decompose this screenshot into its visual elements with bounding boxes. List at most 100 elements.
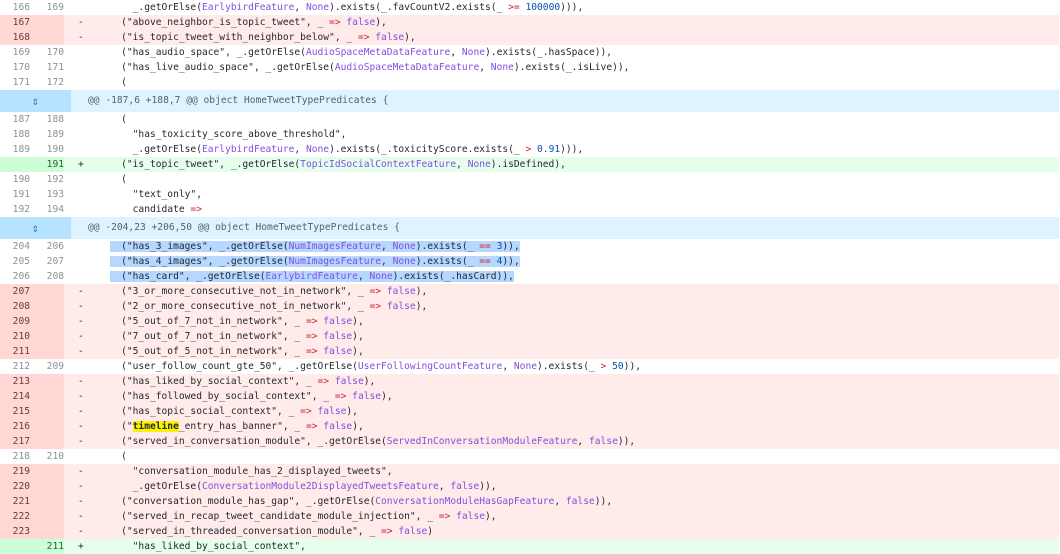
old-line-number[interactable]: 215 (0, 404, 30, 419)
diff-marker: - (78, 481, 84, 492)
new-line-number[interactable] (30, 494, 64, 509)
diff-marker: - (78, 406, 84, 417)
hunk-text: @@ -187,6 +188,7 @@ object HomeTweetType… (88, 95, 389, 106)
old-line-number[interactable]: 207 (0, 284, 30, 299)
new-line-number[interactable]: 193 (30, 187, 64, 202)
old-line-number[interactable]: 169 (0, 45, 30, 60)
new-line-number[interactable] (30, 464, 64, 479)
new-line-number[interactable] (30, 509, 64, 524)
new-line-number[interactable]: 206 (30, 239, 64, 254)
code-line: ("7_out_of_7_not_in_network", _ => false… (98, 331, 364, 342)
new-line-number[interactable]: 191 (30, 157, 64, 172)
old-line-number[interactable]: 168 (0, 30, 30, 45)
diff-marker: - (78, 32, 84, 43)
new-line-number[interactable]: 170 (30, 45, 64, 60)
code-line: ("has_card", _.getOrElse(EarlybirdFeatur… (98, 269, 1059, 284)
diff-marker (78, 187, 98, 202)
old-line-number[interactable]: 210 (0, 329, 30, 344)
old-line-number[interactable]: 171 (0, 75, 30, 90)
new-line-number[interactable]: 210 (30, 449, 64, 464)
old-line-number[interactable]: 217 (0, 434, 30, 449)
old-line-number[interactable]: 221 (0, 494, 30, 509)
new-line-number[interactable]: 211 (30, 539, 64, 554)
new-line-number[interactable] (30, 314, 64, 329)
context-line: 171 172 ( (0, 75, 1059, 90)
new-line-number[interactable]: 190 (30, 142, 64, 157)
new-line-number[interactable] (30, 419, 64, 434)
new-line-number[interactable] (30, 404, 64, 419)
expand-icon[interactable]: ⇕ (0, 217, 71, 239)
deleted-line: 167 - ("above_neighbor_is_topic_tweet", _… (0, 15, 1059, 30)
new-line-number[interactable] (30, 374, 64, 389)
diff-view: 166 169 _.getOrElse(EarlybirdFeature, Non… (0, 0, 1059, 554)
diff-marker (78, 112, 98, 127)
deleted-line: 168 - ("is_topic_tweet_with_neighbor_belo… (0, 30, 1059, 45)
new-line-number[interactable] (30, 479, 64, 494)
old-line-number[interactable]: 191 (0, 187, 30, 202)
deleted-line: 207 - ("3_or_more_consecutive_not_in_netw… (0, 284, 1059, 299)
old-line-number[interactable]: 212 (0, 359, 30, 374)
deleted-line: 216 - ("timeline_entry_has_banner", _ => … (0, 419, 1059, 434)
code-line: ( (98, 75, 1059, 90)
new-line-number[interactable]: 172 (30, 75, 64, 90)
new-line-number[interactable] (30, 329, 64, 344)
code-line: ("is_topic_tweet", _.getOrElse(TopicIdSo… (98, 159, 566, 170)
new-line-number[interactable]: 209 (30, 359, 64, 374)
diff-marker (78, 75, 98, 90)
old-line-number[interactable]: 209 (0, 314, 30, 329)
old-line-number[interactable]: 223 (0, 524, 30, 539)
new-line-number[interactable]: 171 (30, 60, 64, 75)
new-line-number[interactable]: 169 (30, 0, 64, 15)
new-line-number[interactable] (30, 344, 64, 359)
old-line-number[interactable]: 211 (0, 344, 30, 359)
new-line-number[interactable] (30, 284, 64, 299)
old-line-number[interactable]: 214 (0, 389, 30, 404)
diff-marker (78, 0, 98, 15)
new-line-number[interactable]: 189 (30, 127, 64, 142)
diff-marker (78, 127, 98, 142)
new-line-number[interactable] (30, 15, 64, 30)
code-line: ("5_out_of_5_not_in_network", _ => false… (98, 346, 364, 357)
new-line-number[interactable] (30, 434, 64, 449)
old-line-number[interactable]: 219 (0, 464, 30, 479)
old-line-number[interactable]: 205 (0, 254, 30, 269)
new-line-number[interactable]: 192 (30, 172, 64, 187)
new-line-number[interactable]: 194 (30, 202, 64, 217)
old-line-number[interactable]: 192 (0, 202, 30, 217)
new-line-number[interactable] (30, 524, 64, 539)
old-line-number[interactable]: 188 (0, 127, 30, 142)
context-line: 188 189 "has_toxicity_score_above_thresho… (0, 127, 1059, 142)
new-line-number[interactable]: 207 (30, 254, 64, 269)
old-line-number[interactable]: 170 (0, 60, 30, 75)
deleted-line: 215 - ("has_topic_social_context", _ => f… (0, 404, 1059, 419)
added-line: 211 + "has_liked_by_social_context", (0, 539, 1059, 554)
old-line-number[interactable]: 216 (0, 419, 30, 434)
new-line-number[interactable]: 208 (30, 269, 64, 284)
old-line-number[interactable]: 208 (0, 299, 30, 314)
old-line-number[interactable]: 206 (0, 269, 30, 284)
old-line-number[interactable]: 220 (0, 479, 30, 494)
old-line-number[interactable] (0, 539, 30, 554)
old-line-number[interactable]: 190 (0, 172, 30, 187)
context-line: 169 170 ("has_audio_space", _.getOrElse(A… (0, 45, 1059, 60)
new-line-number[interactable] (30, 30, 64, 45)
old-line-number[interactable]: 187 (0, 112, 30, 127)
diff-marker (78, 254, 98, 269)
old-line-number[interactable]: 166 (0, 0, 30, 15)
code-line: ("2_or_more_consecutive_not_in_network",… (98, 301, 428, 312)
context-line: 187 188 ( (0, 112, 1059, 127)
code-line: ("conversation_module_has_gap", _.getOrE… (98, 496, 613, 507)
new-line-number[interactable]: 188 (30, 112, 64, 127)
old-line-number[interactable]: 167 (0, 15, 30, 30)
old-line-number[interactable] (0, 157, 30, 172)
new-line-number[interactable] (30, 389, 64, 404)
old-line-number[interactable]: 222 (0, 509, 30, 524)
new-line-number[interactable] (30, 299, 64, 314)
expand-icon[interactable]: ⇕ (0, 90, 71, 112)
old-line-number[interactable]: 218 (0, 449, 30, 464)
old-line-number[interactable]: 189 (0, 142, 30, 157)
diff-marker: - (78, 331, 84, 342)
old-line-number[interactable]: 204 (0, 239, 30, 254)
old-line-number[interactable]: 213 (0, 374, 30, 389)
added-line: 191 + ("is_topic_tweet", _.getOrElse(Topi… (0, 157, 1059, 172)
